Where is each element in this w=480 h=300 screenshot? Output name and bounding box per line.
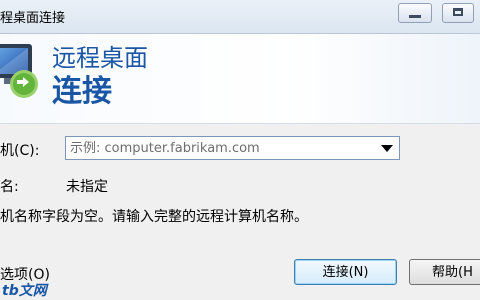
computer-input[interactable] — [68, 139, 377, 157]
minimize-icon — [409, 15, 421, 18]
title-bar: 程桌面连接 — [0, 0, 480, 34]
connect-button[interactable]: 连接(N) — [294, 259, 397, 285]
validation-message: 机名称字段为空。请输入完整的远程计算机名称。 — [0, 209, 308, 225]
computer-label: 机(C): — [0, 143, 40, 159]
banner-title-line2: 连接 — [52, 74, 112, 109]
banner: 远程桌面 连接 — [0, 34, 480, 124]
help-button[interactable]: 帮助(H — [409, 259, 480, 285]
minimize-button[interactable] — [398, 3, 432, 23]
username-label: 名: — [0, 179, 19, 195]
watermark-logo: tb文网 — [2, 283, 47, 299]
dropdown-arrow-icon[interactable] — [381, 145, 393, 152]
remote-desktop-monitor-icon — [0, 44, 38, 98]
computer-combobox[interactable] — [65, 136, 400, 160]
maximize-icon — [453, 8, 463, 16]
window-title: 程桌面连接 — [0, 11, 66, 26]
username-value: 未指定 — [66, 179, 108, 195]
maximize-button[interactable] — [442, 3, 474, 23]
